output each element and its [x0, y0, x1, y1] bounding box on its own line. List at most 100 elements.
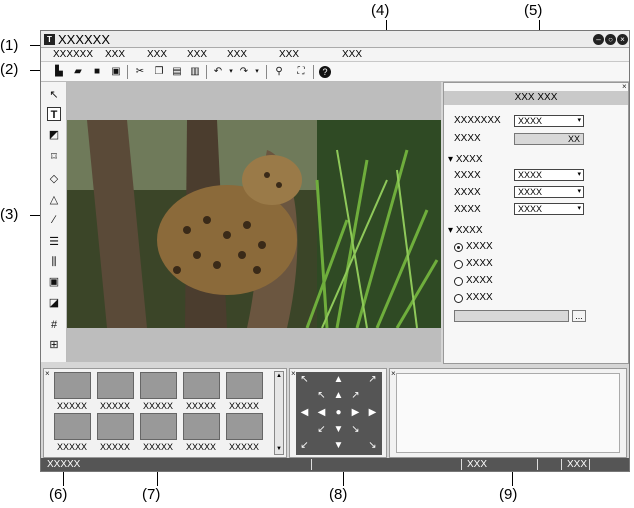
text-icon[interactable]: T [47, 107, 61, 121]
move-bottom-right-icon[interactable]: ↘ [347, 422, 364, 438]
find-icon[interactable]: ⚲ [273, 66, 285, 78]
move-top-right-icon[interactable]: ↗ [364, 372, 381, 388]
toolbar-separator [313, 65, 314, 79]
restore-icon[interactable]: ○ [605, 34, 616, 45]
close-icon[interactable]: × [45, 370, 50, 378]
move-bottom-icon[interactable]: ▼ [330, 438, 347, 454]
close-icon[interactable]: × [622, 83, 627, 91]
move-top-right-icon[interactable]: ↗ [347, 388, 364, 404]
dropdown-icon[interactable]: ▾ [251, 66, 263, 78]
paste-icon[interactable]: ▤ [171, 66, 183, 78]
move-left-icon[interactable]: ◀ [296, 405, 313, 421]
scroll-down-icon[interactable]: ▼ [275, 445, 283, 454]
help-icon[interactable]: ? [319, 66, 331, 78]
template-thumbnail[interactable] [54, 413, 91, 440]
menu-item-5[interactable]: XXX [227, 49, 247, 61]
move-bottom-right-icon[interactable]: ↘ [364, 438, 381, 454]
delete-icon[interactable]: ▥ [189, 66, 201, 78]
center-icon[interactable]: ● [330, 405, 347, 421]
section-header[interactable]: ▾ XXXX [448, 225, 483, 237]
radio-button[interactable] [454, 294, 463, 303]
radio-button[interactable] [454, 260, 463, 269]
menu-item-3[interactable]: XXX [147, 49, 167, 61]
image-icon[interactable]: ◩ [47, 128, 61, 142]
callout-1: (1) [0, 37, 19, 54]
move-top-left-icon[interactable]: ↖ [296, 372, 313, 388]
redo-icon[interactable]: ↷ [238, 66, 250, 78]
new-icon[interactable]: ▙ [53, 66, 65, 78]
close-icon[interactable]: × [391, 370, 396, 378]
distribute-icon[interactable]: ⫼ [47, 255, 61, 269]
template-thumbnail[interactable] [54, 372, 91, 399]
file-path-field[interactable] [454, 310, 569, 322]
move-up-icon[interactable]: ▲ [330, 388, 347, 404]
move-top-icon[interactable]: ▲ [330, 372, 347, 388]
save-icon[interactable]: ■ [91, 66, 103, 78]
template-thumbnail[interactable] [140, 413, 177, 440]
status-separator [537, 459, 538, 470]
radio-label: XXXX [466, 275, 493, 286]
section-header[interactable]: ▾ XXXX [448, 154, 483, 166]
copy-icon[interactable]: ❐ [153, 66, 165, 78]
radio-button[interactable] [454, 243, 463, 252]
template-thumbnail[interactable] [226, 372, 263, 399]
template-thumbnail[interactable] [183, 372, 220, 399]
scrollbar[interactable]: ▲ ▼ [274, 371, 284, 455]
close-icon[interactable]: × [617, 34, 628, 45]
prop-combo[interactable]: XXXX ▾ [514, 203, 584, 215]
move-left-icon[interactable]: ◀ [313, 405, 330, 421]
fit-icon[interactable]: ⛶ [295, 66, 307, 78]
menu-item-6[interactable]: XXX [279, 49, 299, 61]
browse-button[interactable]: ... [572, 310, 586, 322]
rectangle-icon[interactable]: ⌑ [47, 150, 61, 164]
menu-item-7[interactable]: XXX [342, 49, 362, 61]
polygon-icon[interactable]: △ [47, 193, 61, 207]
ellipse-icon[interactable]: ◇ [47, 172, 61, 186]
template-thumbnail[interactable] [140, 372, 177, 399]
align-icon[interactable]: ☰ [47, 235, 61, 249]
section-title: XXXX [455, 154, 483, 165]
prop-combo[interactable]: XXXX ▾ [514, 115, 584, 127]
prop-combo[interactable]: XXXX ▾ [514, 186, 584, 198]
chevron-down-icon: ▾ [577, 205, 581, 212]
editing-screen[interactable] [67, 82, 441, 362]
template-thumbnail[interactable] [97, 372, 134, 399]
close-icon[interactable]: × [291, 370, 296, 378]
template-label: XXXXX [57, 401, 88, 411]
line-icon[interactable]: ∕ [47, 213, 61, 227]
prop-combo[interactable]: XXXX ▾ [514, 169, 584, 181]
arrange-icon[interactable]: ▣ [47, 275, 61, 289]
window-title: XXXXXX [58, 32, 111, 47]
callout-9: (9) [499, 486, 518, 503]
select-icon[interactable]: ↖ [47, 88, 61, 102]
save-as-icon[interactable]: ▣ [110, 66, 122, 78]
move-top-left-icon[interactable]: ↖ [313, 388, 330, 404]
move-right-icon[interactable]: ▶ [347, 405, 364, 421]
move-down-icon[interactable]: ▼ [330, 422, 347, 438]
template-thumbnail[interactable] [226, 413, 263, 440]
template-thumbnail[interactable] [183, 413, 220, 440]
move-bottom-left-icon[interactable]: ↙ [313, 422, 330, 438]
undo-icon[interactable]: ↶ [212, 66, 224, 78]
scroll-up-icon[interactable]: ▲ [275, 372, 283, 381]
template-label: XXXXX [143, 442, 174, 452]
open-icon[interactable]: ▰ [72, 66, 84, 78]
preview-image [67, 120, 441, 328]
layer-icon[interactable]: ◪ [47, 296, 61, 310]
cut-icon[interactable]: ✂ [134, 66, 146, 78]
prop-combo-value: XXXX [518, 170, 543, 180]
menu-item-1[interactable]: XXXXXX [53, 49, 93, 61]
safe-area-icon[interactable]: ⊞ [47, 338, 61, 352]
minimize-icon[interactable]: – [593, 34, 604, 45]
move-bottom-left-icon[interactable]: ↙ [296, 438, 313, 454]
menu-item-4[interactable]: XXX [187, 49, 207, 61]
prop-value-field[interactable]: XX [514, 133, 584, 145]
radio-button[interactable] [454, 277, 463, 286]
dropdown-icon[interactable]: ▾ [225, 66, 237, 78]
template-thumbnail[interactable] [97, 413, 134, 440]
menu-item-2[interactable]: XXX [105, 49, 125, 61]
prop-combo-value: XXXX [518, 204, 543, 214]
move-right-icon[interactable]: ▶ [364, 405, 381, 421]
toolbar-separator [127, 65, 128, 79]
grid-icon[interactable]: # [47, 318, 61, 332]
